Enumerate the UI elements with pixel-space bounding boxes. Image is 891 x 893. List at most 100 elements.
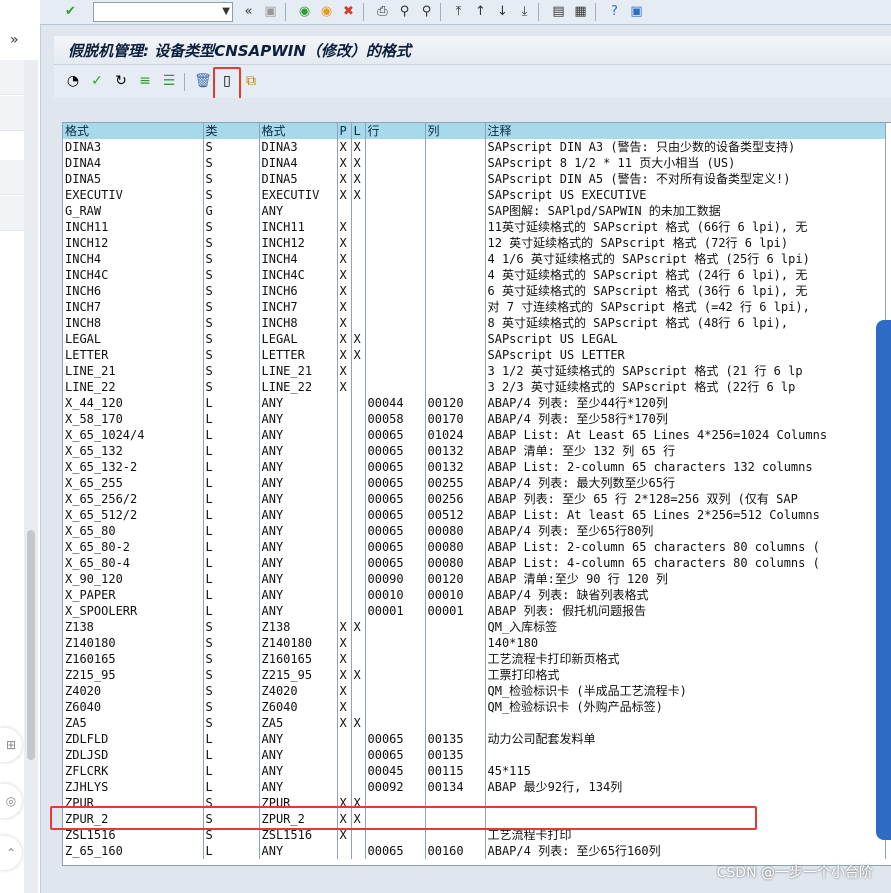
- table-cell[interactable]: X: [337, 347, 352, 363]
- table-cell[interactable]: 00010: [365, 587, 426, 603]
- table-cell[interactable]: X: [337, 267, 352, 283]
- table-cell[interactable]: 45*115: [485, 763, 886, 779]
- table-cell[interactable]: 00044: [365, 395, 426, 411]
- exit-icon[interactable]: ◉: [318, 3, 335, 20]
- table-cell[interactable]: [425, 667, 486, 683]
- table-cell[interactable]: [351, 267, 366, 283]
- table-cell[interactable]: [365, 235, 426, 251]
- table-cell[interactable]: [425, 363, 486, 379]
- copy-icon[interactable]: ⧉: [242, 72, 260, 90]
- print-icon[interactable]: ⎙: [374, 3, 391, 20]
- table-cell[interactable]: DINA5: [63, 171, 204, 187]
- table-cell[interactable]: [337, 491, 352, 507]
- table-cell[interactable]: 6 英寸延续格式的 SAPscript 格式 (36行 6 lpi), 无: [485, 283, 886, 299]
- table-cell[interactable]: S: [203, 331, 260, 347]
- table-cell[interactable]: [337, 459, 352, 475]
- table-cell[interactable]: INCH6: [63, 283, 204, 299]
- table-cell[interactable]: [337, 731, 352, 747]
- table-row[interactable]: X_65_80-4 L ANY 00065 00080 ABAP List: 4-colu…: [63, 555, 886, 571]
- table-cell[interactable]: Z138: [259, 619, 338, 635]
- last-page-icon[interactable]: ⤓: [516, 3, 533, 20]
- table-cell[interactable]: [425, 379, 486, 395]
- table-cell[interactable]: [365, 347, 426, 363]
- table-cell[interactable]: [425, 155, 486, 171]
- header-format[interactable]: 格式: [63, 123, 204, 139]
- table-cell[interactable]: ABAP/4 列表: 至少65行160列: [485, 843, 886, 859]
- table-cell[interactable]: SAPscript 8 1/2 * 11 页大小相当 (US): [485, 155, 886, 171]
- table-cell[interactable]: ABAP/4 列表: 最大列数至少65行: [485, 475, 886, 491]
- table-cell[interactable]: X: [351, 171, 366, 187]
- table-cell[interactable]: [365, 171, 426, 187]
- table-cell[interactable]: S: [203, 155, 260, 171]
- table-cell[interactable]: [337, 555, 352, 571]
- command-field[interactable]: ▼: [93, 2, 233, 22]
- table-cell[interactable]: ABAP/4 列表: 至少44行*120列: [485, 395, 886, 411]
- table-cell[interactable]: X: [337, 139, 352, 155]
- table-cell[interactable]: DINA3: [259, 139, 338, 155]
- table-cell[interactable]: [351, 459, 366, 475]
- table-cell[interactable]: X_65_132: [63, 443, 204, 459]
- table-cell[interactable]: 4 1/6 英寸延续格式的 SAPscript 格式 (25行 6 lpi): [485, 251, 886, 267]
- table-cell[interactable]: [351, 203, 366, 219]
- table-cell[interactable]: ANY: [259, 491, 338, 507]
- table-cell[interactable]: 8 英寸延续格式的 SAPscript 格式 (48行 6 lpi),: [485, 315, 886, 331]
- table-cell[interactable]: 00065: [365, 843, 426, 859]
- table-row[interactable]: Z6040 S Z6040 X QM_检验标识卡 (外购产品标签): [63, 699, 886, 715]
- table-row[interactable]: EXECUTIV S EXECUTIV X X SAPscript US EXECUTIV…: [63, 187, 886, 203]
- table-cell[interactable]: L: [203, 443, 260, 459]
- refresh-icon[interactable]: ↻: [112, 72, 130, 90]
- table-cell[interactable]: S: [203, 315, 260, 331]
- table-cell[interactable]: L: [203, 779, 260, 795]
- table-row[interactable]: X_65_132-2 L ANY 00065 00132 ABAP List: 2-col…: [63, 459, 886, 475]
- table-cell[interactable]: INCH7: [63, 299, 204, 315]
- table-cell[interactable]: [351, 443, 366, 459]
- table-row[interactable]: Z140180 S Z140180 X 140*180: [63, 635, 886, 651]
- table-cell[interactable]: X_58_170: [63, 411, 204, 427]
- side-scrollbar[interactable]: [24, 60, 38, 893]
- table-cell[interactable]: ANY: [259, 731, 338, 747]
- table-cell[interactable]: 00132: [425, 443, 486, 459]
- table-cell[interactable]: [351, 299, 366, 315]
- history-back-icon[interactable]: «: [240, 3, 257, 20]
- table-cell[interactable]: ANY: [259, 523, 338, 539]
- table-cell[interactable]: ANY: [259, 475, 338, 491]
- table-cell[interactable]: [351, 539, 366, 555]
- table-cell[interactable]: 00080: [425, 523, 486, 539]
- table-cell[interactable]: [351, 763, 366, 779]
- table-cell[interactable]: ANY: [259, 603, 338, 619]
- table-cell[interactable]: [351, 475, 366, 491]
- table-cell[interactable]: ABAP 列表: 至少 65 行 2*128=256 双列 (仅有 SAP: [485, 491, 886, 507]
- table-cell[interactable]: [337, 843, 352, 859]
- table-cell[interactable]: INCH4: [63, 251, 204, 267]
- table-cell[interactable]: ZA5: [259, 715, 338, 731]
- table-cell[interactable]: DINA3: [63, 139, 204, 155]
- table-cell[interactable]: Z160165: [259, 651, 338, 667]
- table-cell[interactable]: LETTER: [63, 347, 204, 363]
- table-cell[interactable]: Z160165: [63, 651, 204, 667]
- table-cell[interactable]: [337, 411, 352, 427]
- table-cell[interactable]: LINE_22: [63, 379, 204, 395]
- table-cell[interactable]: X: [351, 155, 366, 171]
- table-cell[interactable]: 3 1/2 英寸延续格式的 SAPscript 格式 (21 行 6 lp: [485, 363, 886, 379]
- table-cell[interactable]: L: [203, 731, 260, 747]
- table-cell[interactable]: [337, 507, 352, 523]
- table-row[interactable]: X_65_80 L ANY 00065 00080 ABAP/4 列表: 至少65行80列: [63, 523, 886, 539]
- table-cell[interactable]: 00135: [425, 747, 486, 763]
- table-cell[interactable]: L: [203, 507, 260, 523]
- previous-page-icon[interactable]: ↑: [472, 3, 489, 20]
- table-cell[interactable]: G_RAW: [63, 203, 204, 219]
- table-cell[interactable]: ANY: [259, 539, 338, 555]
- table-cell[interactable]: [337, 539, 352, 555]
- table-cell[interactable]: [425, 299, 486, 315]
- table-cell[interactable]: X: [337, 235, 352, 251]
- table-cell[interactable]: S: [203, 699, 260, 715]
- table-cell[interactable]: LEGAL: [63, 331, 204, 347]
- table-cell[interactable]: 00065: [365, 443, 426, 459]
- table-cell[interactable]: [337, 395, 352, 411]
- table-cell[interactable]: L: [203, 539, 260, 555]
- align-icon[interactable]: ≡: [136, 72, 154, 90]
- table-cell[interactable]: 工票打印格式: [485, 667, 886, 683]
- header-type[interactable]: 类: [203, 123, 260, 139]
- table-cell[interactable]: [351, 523, 366, 539]
- table-cell[interactable]: S: [203, 635, 260, 651]
